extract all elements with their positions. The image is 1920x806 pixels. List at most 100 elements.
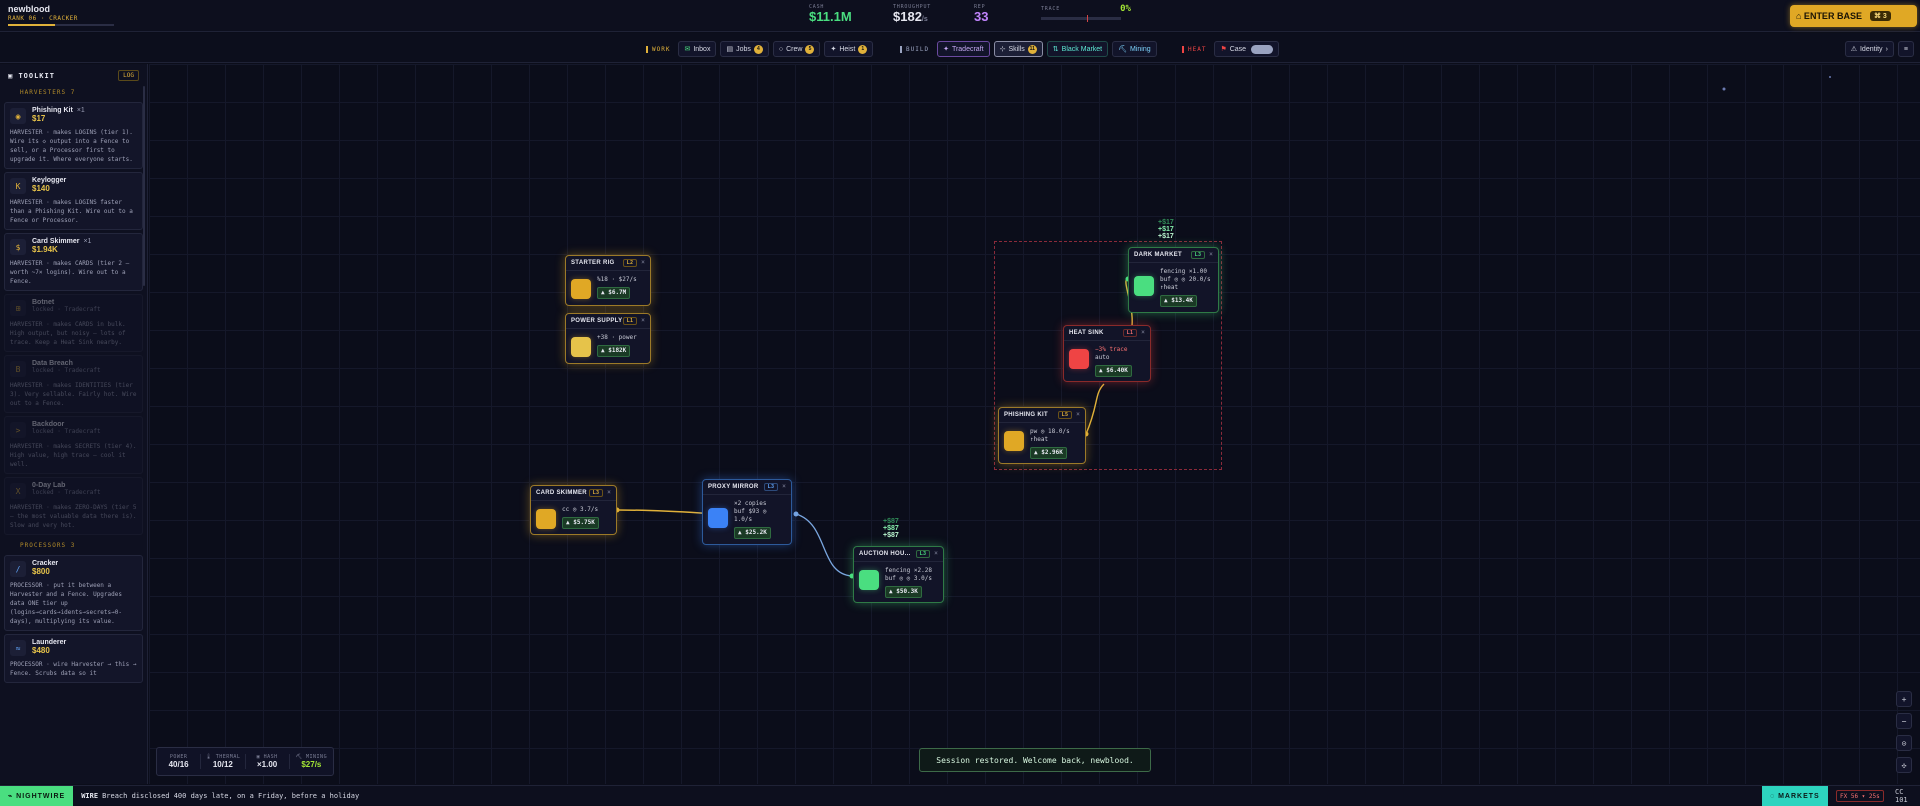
upgrade-button[interactable]: ▲ $6.40K bbox=[1095, 365, 1132, 377]
inbox-icon: ✉ bbox=[684, 46, 691, 53]
tab-tradecraft[interactable]: ✦ Tradecraft bbox=[937, 41, 990, 57]
brand: newblood RANK 06 · CRACKER bbox=[8, 4, 114, 26]
node-proxy-mirror[interactable]: PROXY MIRROR L3 × ×2 copies buf $93 ◎ 1.0/s ▲… bbox=[702, 479, 792, 545]
trace-label: TRACE bbox=[1041, 6, 1061, 12]
node-phishing-kit[interactable]: PHISHING KIT L5 × pw ◎ 18.0/s ↑heat ▲ $2.96K bbox=[998, 407, 1086, 464]
tab-jobs[interactable]: ▤ Jobs 4 bbox=[720, 41, 769, 57]
upgrade-button[interactable]: ▲ $25.2K bbox=[734, 527, 771, 539]
fx-indicator: FX 56 ▾ 25s bbox=[1836, 790, 1884, 802]
node-title: STARTER RIG bbox=[571, 260, 615, 266]
toolkit-header: ▣ TOOLKIT LOG bbox=[0, 64, 147, 85]
throughput-unit: /s bbox=[921, 16, 928, 23]
tab-mining-label: Mining bbox=[1130, 45, 1151, 53]
toolkit-item-data-breach[interactable]: B Data Breach locked · Tradecraft HARVES… bbox=[4, 355, 143, 413]
item-name: Botnet bbox=[32, 299, 55, 306]
identity-icon: ⚠ bbox=[1850, 46, 1857, 53]
node-level: L3 bbox=[1190, 251, 1206, 259]
build-canvas[interactable]: STARTER RIG L2 × %18 · $27/s ▲ $6.7M POWER … bbox=[149, 64, 1920, 784]
case-toggle[interactable] bbox=[1251, 44, 1274, 54]
enter-base-label: ⌂ ENTER BASE bbox=[1796, 11, 1862, 21]
node-power-supply[interactable]: POWER SUPPLY L1 × +38 · power ▲ $182K bbox=[565, 313, 651, 364]
nightwire-button[interactable]: ⌁ NIGHTWIRE bbox=[0, 785, 74, 806]
zoom-in-button[interactable]: + bbox=[1896, 691, 1912, 707]
toolkit-item-backdoor[interactable]: > Backdoor locked · Tradecraft HARVESTER… bbox=[4, 416, 143, 474]
power-stat: POWER 40/16 bbox=[157, 754, 202, 769]
close-icon[interactable]: × bbox=[607, 490, 611, 496]
node-level: L1 bbox=[622, 317, 638, 325]
heist-count: 1 bbox=[858, 44, 868, 54]
upgrade-button[interactable]: ▲ $5.75K bbox=[562, 517, 599, 529]
processors-section-label: PROCESSORS 3 bbox=[20, 542, 76, 549]
tab-jobs-label: Jobs bbox=[736, 45, 751, 53]
heat-sink-icon bbox=[1069, 349, 1089, 369]
upgrade-button[interactable]: ▲ $50.3K bbox=[885, 586, 922, 598]
center-view-button[interactable]: ✣ bbox=[1896, 757, 1912, 773]
fit-view-button[interactable]: ⊙ bbox=[1896, 735, 1912, 751]
upgrade-button[interactable]: ▲ $13.4K bbox=[1160, 295, 1197, 307]
sidebar-scrollbar[interactable] bbox=[143, 86, 145, 286]
upgrade-button[interactable]: ▲ $182K bbox=[597, 345, 631, 357]
tab-skills[interactable]: ⊹ Skills 11 bbox=[993, 41, 1043, 57]
node-auction-house[interactable]: AUCTION HOU... L3 × fencing ×2.28 buf ◎ ◎ 3… bbox=[853, 546, 944, 603]
nav-row: WORK ✉ Inbox ▤ Jobs 4 ○ Crew 5 ✦ Heist 1 BUILD … bbox=[0, 33, 1920, 63]
toolkit-item-launderer[interactable]: ≈ Launderer $480 PROCESSOR · wire Harves… bbox=[4, 634, 143, 683]
zoom-controls: + − ⊙ ✣ bbox=[1896, 691, 1912, 773]
item-name: Phishing Kit bbox=[32, 107, 73, 114]
star-dot bbox=[1722, 87, 1726, 91]
close-icon[interactable]: × bbox=[1141, 330, 1145, 336]
upgrade-button[interactable]: ▲ $2.96K bbox=[1030, 447, 1067, 459]
port[interactable] bbox=[793, 511, 799, 517]
close-icon[interactable]: × bbox=[641, 318, 645, 324]
power-icon bbox=[571, 337, 591, 357]
throughput-value: $182 bbox=[893, 9, 922, 24]
zoom-out-button[interactable]: − bbox=[1896, 713, 1912, 729]
toolkit-item-card-skimmer[interactable]: $ Card Skimmer ×1 $1.94K HARVESTER · make… bbox=[4, 233, 143, 291]
identity-label: Identity bbox=[1859, 45, 1883, 53]
toolkit-item-0-day-lab[interactable]: X 0-Day Lab locked · Tradecraft HARVESTE… bbox=[4, 477, 143, 535]
income-tick: +$87 bbox=[883, 532, 899, 539]
tab-mining[interactable]: ⛏ Mining bbox=[1112, 41, 1157, 57]
close-icon[interactable]: × bbox=[934, 551, 938, 557]
node-heat-sink[interactable]: HEAT SINK L1 × −3% trace auto ▲ $6.40K bbox=[1063, 325, 1151, 382]
tab-inbox[interactable]: ✉ Inbox bbox=[678, 41, 717, 57]
upgrade-button[interactable]: ▲ $6.7M bbox=[597, 287, 631, 299]
node-card-skimmer[interactable]: CARD SKIMMER L3 × cc ◎ 3.7/s ▲ $5.75K bbox=[530, 485, 617, 535]
close-icon[interactable]: × bbox=[1209, 252, 1213, 258]
identity-button[interactable]: ⚠ Identity › bbox=[1844, 41, 1894, 57]
item-desc: HARVESTER · makes IDENTITIES (tier 3). V… bbox=[10, 382, 137, 407]
toolkit-item-phishing-kit[interactable]: ◉ Phishing Kit ×1 $17 HARVESTER · makes L… bbox=[4, 102, 143, 169]
enter-base-button[interactable]: ⌂ ENTER BASE ⌘ 3 bbox=[1790, 5, 1917, 27]
toolkit-title: TOOLKIT bbox=[18, 71, 55, 80]
tab-black-market[interactable]: ⇅ Black Market bbox=[1046, 41, 1109, 57]
auction-icon bbox=[859, 570, 879, 590]
item-price: $800 bbox=[32, 567, 50, 576]
toolkit-item-cracker[interactable]: / Cracker $800 PROCESSOR · put it betwee… bbox=[4, 555, 143, 631]
tab-case[interactable]: ⚑ Case bbox=[1214, 41, 1280, 57]
item-name: Keylogger bbox=[32, 177, 67, 184]
markets-button[interactable]: ◌ MARKETS bbox=[1762, 786, 1828, 806]
node-info: buf $93 ◎ bbox=[734, 508, 767, 515]
tab-heist-label: Heist bbox=[839, 45, 856, 53]
log-button[interactable]: LOG bbox=[118, 70, 139, 81]
node-title: PHISHING KIT bbox=[1004, 412, 1048, 418]
node-starter-rig[interactable]: STARTER RIG L2 × %18 · $27/s ▲ $6.7M bbox=[565, 255, 651, 306]
tradecraft-icon: ✦ bbox=[943, 46, 949, 53]
item-name: Data Breach bbox=[32, 360, 73, 367]
item-desc: PROCESSOR · put it between a Harvester a… bbox=[10, 582, 122, 625]
menu-button[interactable]: ≡ bbox=[1897, 41, 1914, 57]
toolkit-item-botnet[interactable]: ⊞ Botnet locked · Tradecraft HARVESTER ·… bbox=[4, 294, 143, 352]
item-locked: locked · Tradecraft bbox=[32, 367, 101, 374]
toolkit-item-keylogger[interactable]: K Keylogger $140 HARVESTER · makes LOGIN… bbox=[4, 172, 143, 230]
tab-heist[interactable]: ✦ Heist 1 bbox=[824, 41, 874, 57]
crew-icon: ○ bbox=[778, 45, 784, 53]
income-tick: +$17 bbox=[1158, 219, 1174, 226]
close-icon[interactable]: × bbox=[782, 484, 786, 490]
tab-crew[interactable]: ○ Crew 5 bbox=[772, 41, 821, 57]
market-icon bbox=[1134, 276, 1154, 296]
close-icon[interactable]: × bbox=[1076, 412, 1080, 418]
node-dark-market[interactable]: DARK MARKET L3 × fencing ×1.00 buf ◎ ◎ 20.0… bbox=[1128, 247, 1219, 313]
node-info: buf ◎ ◎ 3.0/s bbox=[885, 575, 932, 582]
chevron-icon: › bbox=[1885, 45, 1888, 53]
close-icon[interactable]: × bbox=[641, 260, 645, 266]
build-group: BUILD ✦ Tradecraft ⊹ Skills 11 ⇅ Black Marke… bbox=[900, 41, 1157, 57]
